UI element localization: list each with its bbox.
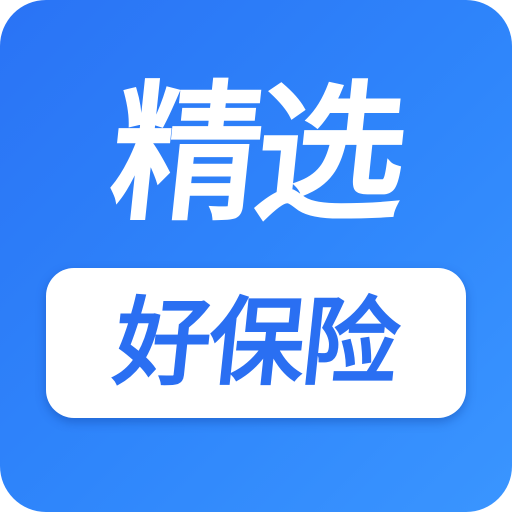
app-title: 精选 [102,68,410,242]
app-subtitle: 好保险 [109,287,403,399]
app-icon[interactable]: 精选 好保险 [0,0,512,512]
subtitle-badge: 好保险 [46,268,466,418]
